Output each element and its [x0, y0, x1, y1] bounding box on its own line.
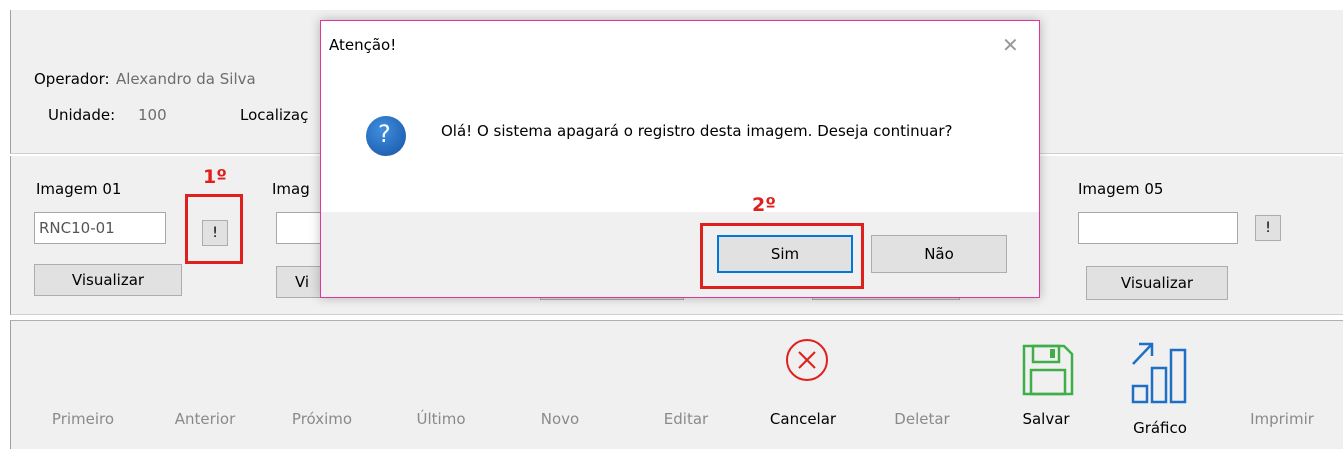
image05-delete-button[interactable]: ! — [1255, 215, 1281, 241]
highlight-box-step1 — [185, 194, 243, 264]
toolbar-delete-button[interactable]: Deletar — [894, 410, 949, 428]
image02-label: Imag — [272, 180, 310, 198]
chart-icon[interactable] — [1130, 338, 1202, 404]
toolbar-last-button[interactable]: Último — [417, 410, 466, 428]
unit-value: 100 — [138, 106, 167, 124]
operator-value: Alexandro da Silva — [116, 70, 256, 88]
toolbar-first-button[interactable]: Primeiro — [52, 410, 114, 428]
image05-view-button[interactable]: Visualizar — [1086, 266, 1228, 300]
close-icon[interactable]: ✕ — [1002, 33, 1019, 57]
step2-label: 2º — [752, 194, 776, 216]
image01-label: Imagem 01 — [36, 180, 122, 198]
dialog-message: Olá! O sistema apagará o registro desta … — [441, 122, 953, 140]
toolbar-previous-button[interactable]: Anterior — [175, 410, 236, 428]
toolbar-print-button[interactable]: Imprimir — [1250, 410, 1314, 428]
toolbar-edit-button[interactable]: Editar — [664, 410, 708, 428]
location-label: Localizaç — [240, 106, 309, 124]
toolbar-next-button[interactable]: Próximo — [292, 410, 352, 428]
toolbar-cancel-button[interactable]: Cancelar — [770, 410, 836, 428]
toolbar-new-button[interactable]: Novo — [541, 410, 579, 428]
image01-view-button[interactable]: Visualizar — [34, 264, 182, 296]
unit-label: Unidade: — [48, 106, 116, 124]
image05-field[interactable] — [1078, 212, 1238, 244]
question-icon-glyph: ? — [378, 120, 391, 148]
toolbar-chart-button[interactable]: Gráfico — [1133, 419, 1187, 437]
step1-label: 1º — [203, 166, 227, 188]
image05-label: Imagem 05 — [1078, 180, 1164, 198]
toolbar-save-button[interactable]: Salvar — [1022, 410, 1069, 428]
dialog-title: Atenção! — [329, 36, 397, 54]
confirm-dialog: Atenção! ✕ ? Olá! O sistema apagará o re… — [320, 20, 1040, 298]
cancel-icon[interactable] — [784, 337, 830, 383]
image01-field[interactable]: RNC10-01 — [34, 212, 166, 244]
save-icon[interactable] — [1020, 342, 1076, 398]
operator-label: Operador: — [34, 70, 110, 88]
highlight-box-step2 — [700, 223, 864, 289]
no-button[interactable]: Não — [871, 235, 1007, 273]
